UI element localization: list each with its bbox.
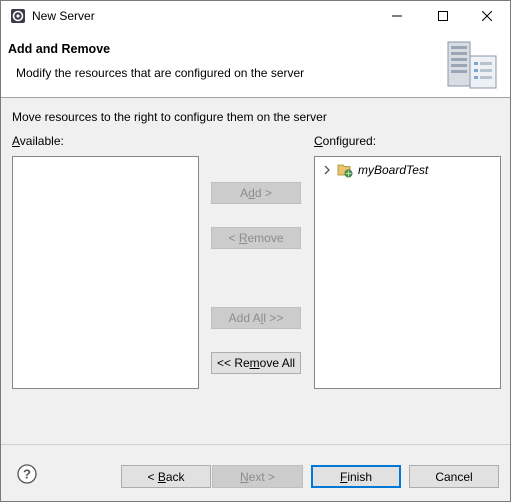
web-project-icon [337,164,353,178]
maximize-icon [438,11,448,21]
minimize-icon [392,15,402,17]
svg-text:?: ? [23,467,31,482]
tree-item-label: myBoardTest [358,163,429,177]
eclipse-server-icon [11,9,25,23]
minimize-button[interactable] [374,1,420,31]
add-button[interactable]: Add > [211,182,301,204]
close-window-button[interactable] [464,1,510,31]
configured-label: Configured: [314,134,377,148]
cancel-button[interactable]: Cancel [409,465,499,488]
finish-button[interactable]: Finish [311,465,401,488]
configured-list[interactable]: myBoardTest [314,156,501,389]
page-description: Modify the resources that are configured… [16,66,305,80]
maximize-button[interactable] [420,1,466,31]
remove-button[interactable]: < Remove [211,227,301,249]
available-label: Available: [12,134,64,148]
instruction-text: Move resources to the right to configure… [12,110,327,124]
title-bar: New Server [1,1,510,31]
footer-separator [1,444,510,445]
close-icon [482,11,492,21]
chevron-right-icon[interactable] [321,164,333,176]
window-title: New Server [32,9,95,23]
help-icon[interactable]: ? [17,464,37,484]
tree-item-myboardtest[interactable]: myBoardTest [321,161,428,179]
new-server-dialog: New Server Add and Remove Modify the res… [0,0,511,502]
back-button[interactable]: < Back [121,465,211,488]
remove-all-button[interactable]: << Re m ove All [211,352,301,374]
next-button[interactable]: Next > [212,465,303,488]
server-wizard-banner-icon [440,38,502,92]
add-all-button[interactable]: Add All >> [211,307,301,329]
available-list[interactable] [12,156,199,389]
page-title: Add and Remove [8,42,111,56]
wizard-banner: Add and Remove Modify the resources that… [1,31,510,98]
